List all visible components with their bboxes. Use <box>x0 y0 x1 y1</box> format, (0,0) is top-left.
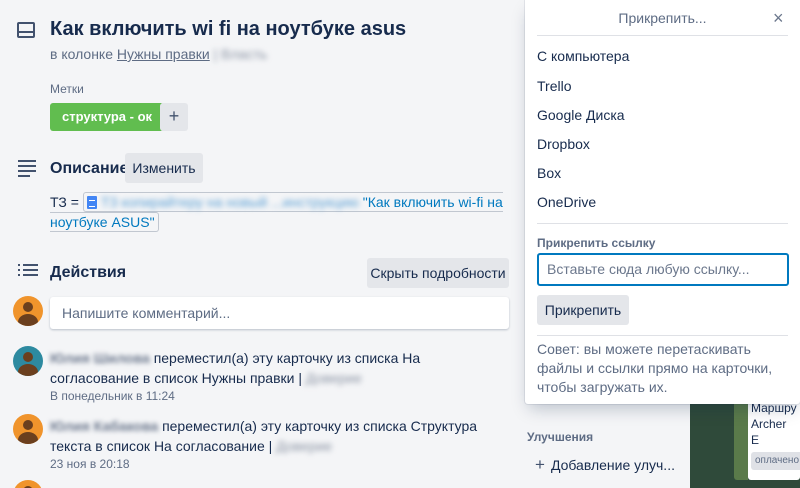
board-card-cover <box>734 396 748 480</box>
description-icon <box>18 160 36 180</box>
popover-title: Прикрепить... <box>618 10 707 26</box>
label-chip[interactable]: структура - ок <box>50 103 165 131</box>
attach-link-input[interactable]: Вставьте сюда любую ссылку... <box>537 253 789 286</box>
add-improvement-button[interactable]: + Добавление улуч... <box>535 455 675 475</box>
hide-details-button[interactable]: Скрыть подробности <box>367 258 509 288</box>
attach-from-google-drive[interactable]: Google Диска <box>537 107 625 123</box>
edit-description-button[interactable]: Изменить <box>125 153 203 183</box>
close-icon[interactable]: × <box>773 8 784 29</box>
popover-divider <box>537 335 788 336</box>
board-card[interactable]: Маршру Archer E оплачено <box>748 396 800 480</box>
improvements-heading: Улучшения <box>527 430 594 444</box>
card-icon <box>17 22 35 38</box>
plus-icon: + <box>535 455 545 474</box>
activity-user[interactable]: Юлия Шилова <box>50 350 150 366</box>
attach-popover: Прикрепить... × С компьютера Trello Goog… <box>525 0 800 404</box>
card-title[interactable]: Как включить wi fi на ноутбуке asus <box>50 18 406 41</box>
activity-item: Юлия Кабакова переместил(а) эту карточку… <box>50 416 490 472</box>
column-extra: | Власть <box>213 46 268 62</box>
attach-from-box[interactable]: Box <box>537 165 561 181</box>
description-text: ТЗ = ТЗ копирайтеру на новый ...инструкц… <box>50 192 520 232</box>
popover-divider <box>537 223 788 224</box>
attach-from-dropbox[interactable]: Dropbox <box>537 136 590 152</box>
add-label-button[interactable]: + <box>160 103 188 131</box>
activity-item: Юлия Шилова переместил(а) эту карточку и… <box>50 348 490 404</box>
google-doc-icon <box>86 196 97 209</box>
attach-tip: Совет: вы можете перетаскивать файлы и с… <box>537 341 773 395</box>
board-card-title: Маршру Archer E <box>751 401 797 447</box>
add-improvement-label: Добавление улуч... <box>550 457 675 473</box>
popover-divider <box>537 35 788 36</box>
attach-from-computer[interactable]: С компьютера <box>537 48 629 64</box>
description-link-blurred: ТЗ копирайтеру на новый ...инструкцию <box>100 194 359 210</box>
activity-time[interactable]: В понедельник в 11:24 <box>50 388 490 404</box>
column-link[interactable]: Нужны правки <box>117 46 210 62</box>
attach-link-button[interactable]: Прикрепить <box>537 295 629 325</box>
avatar <box>13 414 43 444</box>
description-prefix: ТЗ = <box>50 194 79 210</box>
activity-title: Действия <box>50 264 127 281</box>
description-link[interactable]: ТЗ копирайтеру на новый ...инструкцию "К… <box>50 192 503 232</box>
activity-text-extra: Доверие <box>276 438 333 454</box>
description-title: Описание <box>50 160 129 177</box>
avatar <box>13 296 43 326</box>
card-column-info: в колонке Нужны правки | Власть <box>50 46 267 62</box>
board-card-tag: оплачено <box>751 452 800 470</box>
labels-heading: Метки <box>50 82 84 96</box>
activity-icon <box>18 264 38 279</box>
avatar <box>13 480 43 488</box>
attach-link-label: Прикрепить ссылку <box>537 236 656 250</box>
activity-user[interactable]: Юлия Кабакова <box>50 418 158 434</box>
activity-text-extra: Доверие <box>305 370 362 386</box>
in-column-prefix: в колонке <box>50 46 113 62</box>
attach-from-trello[interactable]: Trello <box>537 78 572 94</box>
avatar <box>13 346 43 376</box>
activity-time[interactable]: 23 ноя в 20:18 <box>50 456 490 472</box>
comment-input[interactable]: Напишите комментарий... <box>50 297 509 329</box>
attach-from-onedrive[interactable]: OneDrive <box>537 194 596 210</box>
